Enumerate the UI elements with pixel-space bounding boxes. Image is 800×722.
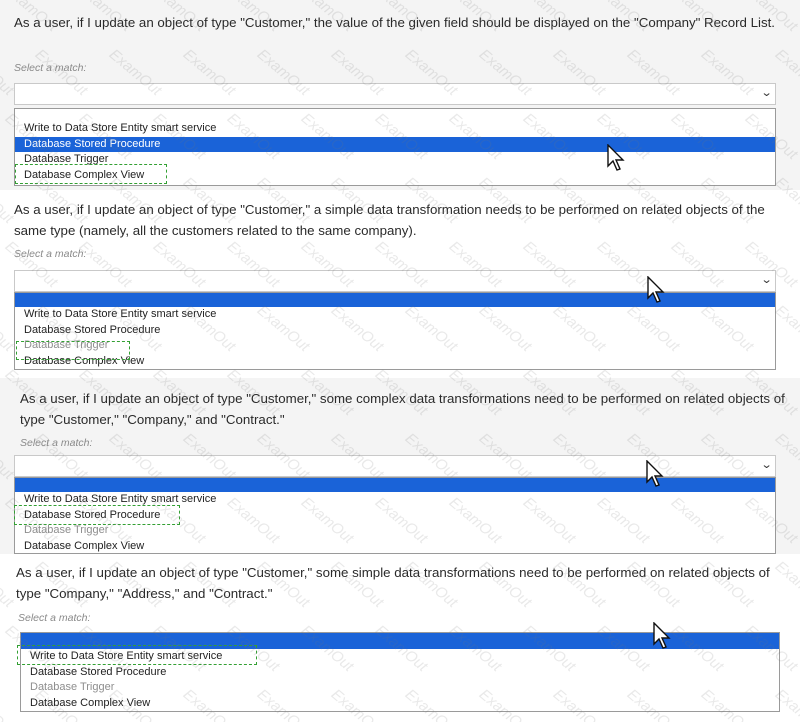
question-text-2: As a user, if I update an object of type…: [14, 202, 765, 238]
mouse-cursor-icon: [646, 460, 664, 487]
match-select-1[interactable]: ⌄: [14, 83, 776, 105]
select-hint-4: Select a match:: [18, 612, 91, 624]
option-database-stored-procedure[interactable]: Database Stored Procedure: [15, 323, 775, 339]
answer-highlight-4: [17, 645, 257, 665]
option-database-stored-procedure[interactable]: Database Stored Procedure: [15, 136, 775, 152]
mouse-cursor-icon: [647, 276, 665, 303]
chevron-down-icon: ⌄: [760, 87, 773, 99]
question-text-1: As a user, if I update an object of type…: [14, 15, 775, 30]
chevron-down-icon: ⌄: [760, 274, 773, 286]
option-database-complex-view[interactable]: Database Complex View: [21, 696, 779, 712]
answer-highlight-2: [16, 341, 130, 360]
option-database-trigger[interactable]: Database Trigger: [21, 680, 779, 696]
watermark-text: ExamOut: [771, 301, 800, 356]
option-database-complex-view[interactable]: Database Complex View: [15, 539, 775, 554]
option-write-to-data-store[interactable]: Write to Data Store Entity smart service: [15, 121, 775, 137]
select-hint-3: Select a match:: [20, 437, 93, 449]
question-text-3: As a user, if I update an object of type…: [20, 391, 785, 427]
option-database-stored-procedure[interactable]: Database Stored Procedure: [21, 665, 779, 681]
option-database-trigger[interactable]: Database Trigger: [15, 523, 775, 539]
option-write-to-data-store[interactable]: Write to Data Store Entity smart service: [15, 307, 775, 323]
chevron-down-icon: ⌄: [760, 459, 773, 471]
answer-highlight-1: [15, 164, 167, 184]
select-hint-2: Select a match:: [14, 248, 87, 260]
mouse-cursor-icon: [653, 622, 671, 649]
answer-highlight-3: [14, 505, 180, 525]
select-hint-1: Select a match:: [14, 62, 87, 74]
mouse-cursor-icon: [607, 144, 625, 171]
question-text-4: As a user, if I update an object of type…: [16, 565, 770, 601]
